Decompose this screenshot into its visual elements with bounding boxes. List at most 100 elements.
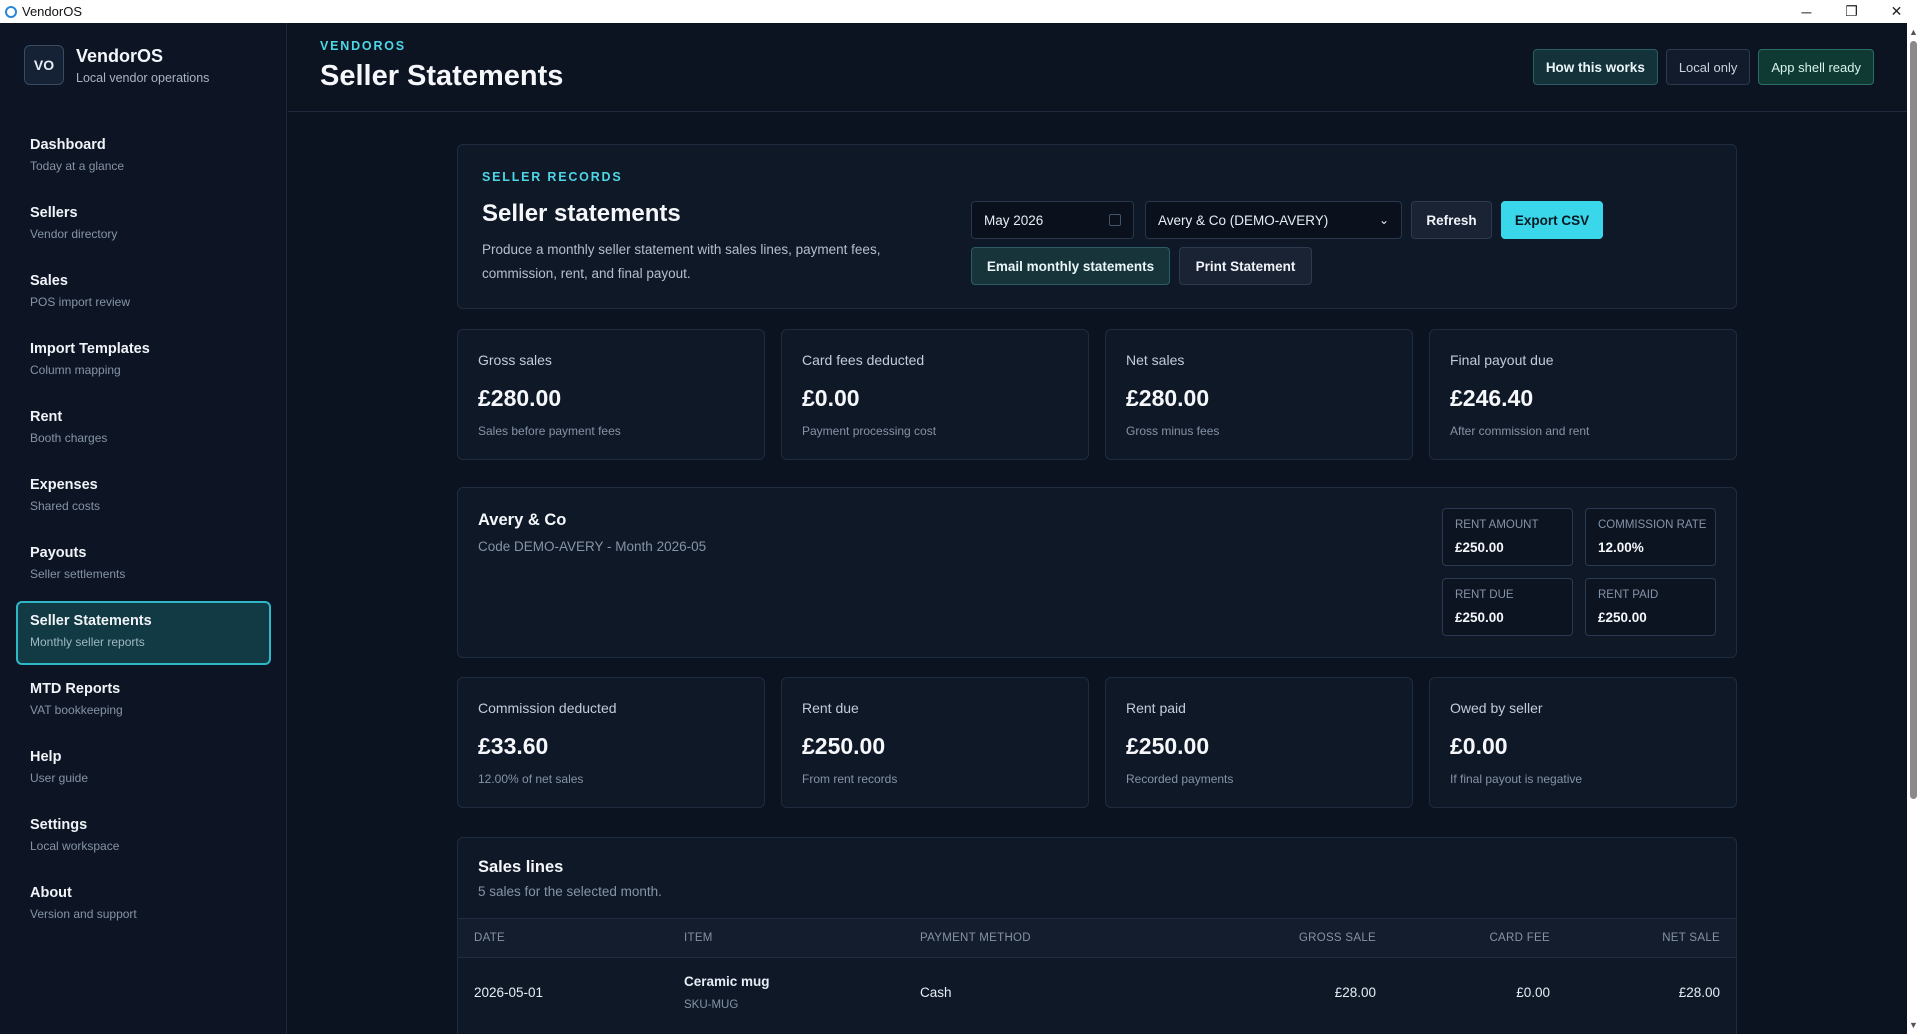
stat-value: £0.00 (802, 385, 860, 411)
sidebar-item-sub: Version and support (30, 907, 137, 921)
sidebar-item-label: Sellers (30, 205, 78, 221)
row-date: 2026-05-01 (474, 985, 544, 1000)
stat-sub: After commission and rent (1450, 424, 1590, 438)
brand-name: VendorOS (76, 45, 164, 66)
stat-sub: 12.00% of net sales (478, 772, 584, 786)
stat-label: Card fees deducted (802, 352, 925, 368)
brand-logo: VO (24, 45, 64, 85)
email-monthly-statements-button[interactable]: Email monthly statements (971, 247, 1170, 285)
sidebar-item-sub: Monthly seller reports (30, 635, 145, 649)
stat-gross-sales: Gross sales £280.00 Sales before payment… (457, 329, 765, 460)
column-header-card-fee: CARD FEE (1489, 932, 1550, 944)
commission-rate-value: 12.00% (1598, 540, 1644, 555)
column-header-payment-method: PAYMENT METHOD (920, 932, 1031, 944)
close-button[interactable]: ✕ (1874, 0, 1919, 23)
restore-button[interactable]: ❐ (1829, 0, 1874, 23)
row-item-name: Ceramic mug (684, 974, 770, 989)
window-title: VendorOS (22, 4, 82, 19)
sidebar-item-sales[interactable]: Sales POS import review (16, 261, 271, 325)
seller-select[interactable]: Avery & Co (DEMO-AVERY) ⌄ (1145, 201, 1402, 239)
stat-rent-paid: Rent paid £250.00 Recorded payments (1105, 677, 1413, 808)
stat-net-sales: Net sales £280.00 Gross minus fees (1105, 329, 1413, 460)
scroll-down-arrow-icon[interactable]: ▼ (1909, 1020, 1918, 1030)
sidebar-item-rent[interactable]: Rent Booth charges (16, 397, 271, 461)
stat-commission-deducted: Commission deducted £33.60 12.00% of net… (457, 677, 765, 808)
table-row[interactable]: 2026-05-01 Ceramic mug SKU-MUG Cash £28.… (458, 959, 1736, 1029)
column-header-net-sale: NET SALE (1662, 932, 1720, 944)
stat-label: Gross sales (478, 352, 552, 368)
stat-sub: Payment processing cost (802, 424, 937, 438)
sidebar-item-sub: Column mapping (30, 363, 121, 377)
minimize-button[interactable]: ─ (1784, 0, 1829, 23)
print-statement-button[interactable]: Print Statement (1179, 247, 1312, 285)
sidebar-item-import-templates[interactable]: Import Templates Column mapping (16, 329, 271, 393)
sidebar-item-mtd-reports[interactable]: MTD Reports VAT bookkeeping (16, 669, 271, 733)
rent-amount-box: RENT AMOUNT £250.00 (1442, 508, 1573, 566)
local-only-badge: Local only (1665, 49, 1751, 85)
sidebar-item-help[interactable]: Help User guide (16, 737, 271, 801)
sidebar-item-sub: Shared costs (30, 499, 101, 513)
calendar-icon[interactable] (1109, 214, 1121, 226)
rent-paid-label: RENT PAID (1598, 589, 1659, 601)
rent-due-box: RENT DUE £250.00 (1442, 578, 1573, 636)
row-gross-sale: £28.00 (1334, 985, 1376, 1000)
brand: VO VendorOS Local vendor operations (24, 45, 209, 85)
records-title: Seller statements (482, 200, 681, 227)
records-description: Produce a monthly seller statement with … (482, 242, 881, 281)
seller-records-panel: SELLER RECORDS Seller statements Produce… (457, 144, 1737, 309)
seller-summary-card: Avery & Co Code DEMO-AVERY - Month 2026-… (457, 487, 1737, 658)
app-shell-ready-badge: App shell ready (1758, 49, 1874, 85)
seller-select-value: Avery & Co (DEMO-AVERY) (1158, 212, 1329, 228)
scrollbar-thumb[interactable] (1910, 41, 1917, 799)
sidebar-item-dashboard[interactable]: Dashboard Today at a glance (16, 125, 271, 189)
month-value: May 2026 (984, 212, 1044, 228)
stat-card-fees: Card fees deducted £0.00 Payment process… (781, 329, 1089, 460)
brand-subtitle: Local vendor operations (76, 70, 210, 85)
sidebar-item-expenses[interactable]: Expenses Shared costs (16, 465, 271, 529)
header-eyebrow: VENDOROS (320, 39, 406, 53)
sidebar-item-about[interactable]: About Version and support (16, 873, 271, 937)
stat-value: £280.00 (1126, 385, 1210, 411)
export-csv-button[interactable]: Export CSV (1501, 201, 1603, 239)
sidebar-nav: Dashboard Today at a glance Sellers Vend… (16, 125, 271, 941)
sidebar-item-sub: Local workspace (30, 839, 120, 853)
how-this-works-button[interactable]: How this works (1532, 49, 1658, 85)
sales-lines-title: Sales lines (478, 858, 564, 876)
window-titlebar: VendorOS ─ ❐ ✕ (0, 0, 1919, 23)
seller-name: Avery & Co (478, 511, 567, 529)
stat-value: £250.00 (802, 733, 886, 759)
app-icon (5, 5, 17, 18)
column-header-item: ITEM (684, 932, 713, 944)
scroll-up-arrow-icon[interactable]: ▲ (1909, 27, 1918, 37)
refresh-button[interactable]: Refresh (1411, 201, 1492, 239)
sidebar-item-label: Sales (30, 273, 68, 289)
sidebar-item-sub: Seller settlements (30, 567, 126, 581)
chevron-down-icon: ⌄ (1378, 213, 1389, 227)
sidebar-item-payouts[interactable]: Payouts Seller settlements (16, 533, 271, 597)
stat-sub: From rent records (802, 772, 898, 786)
stat-owed-by-seller: Owed by seller £0.00 If final payout is … (1429, 677, 1737, 808)
seller-code-line: Code DEMO-AVERY - Month 2026-05 (478, 539, 707, 554)
month-picker[interactable]: May 2026 (971, 201, 1134, 239)
sidebar-item-label: Help (30, 749, 62, 765)
sidebar-item-sub: VAT bookkeeping (30, 703, 123, 717)
column-header-date: DATE (474, 932, 506, 944)
sidebar-item-label: Rent (30, 409, 63, 425)
stat-sub: Gross minus fees (1126, 424, 1220, 438)
stat-label: Rent due (802, 700, 859, 716)
sidebar-item-label: MTD Reports (30, 681, 121, 697)
sidebar-item-seller-statements[interactable]: Seller Statements Monthly seller reports (16, 601, 271, 665)
stat-sub: Sales before payment fees (478, 424, 621, 438)
stat-value: £246.40 (1450, 385, 1534, 411)
vertical-scrollbar[interactable]: ▲ ▼ (1907, 23, 1919, 1034)
sidebar-item-sellers[interactable]: Sellers Vendor directory (16, 193, 271, 257)
stat-value: £250.00 (1126, 733, 1210, 759)
sidebar-item-sub: POS import review (30, 295, 131, 309)
commission-rate-label: COMMISSION RATE (1598, 519, 1707, 531)
stat-value: £280.00 (478, 385, 562, 411)
sidebar-item-sub: Booth charges (30, 431, 108, 445)
stat-label: Net sales (1126, 352, 1185, 368)
rent-paid-value: £250.00 (1598, 610, 1647, 625)
sidebar-item-settings[interactable]: Settings Local workspace (16, 805, 271, 869)
sales-lines-card: Sales lines 5 sales for the selected mon… (457, 837, 1737, 1034)
